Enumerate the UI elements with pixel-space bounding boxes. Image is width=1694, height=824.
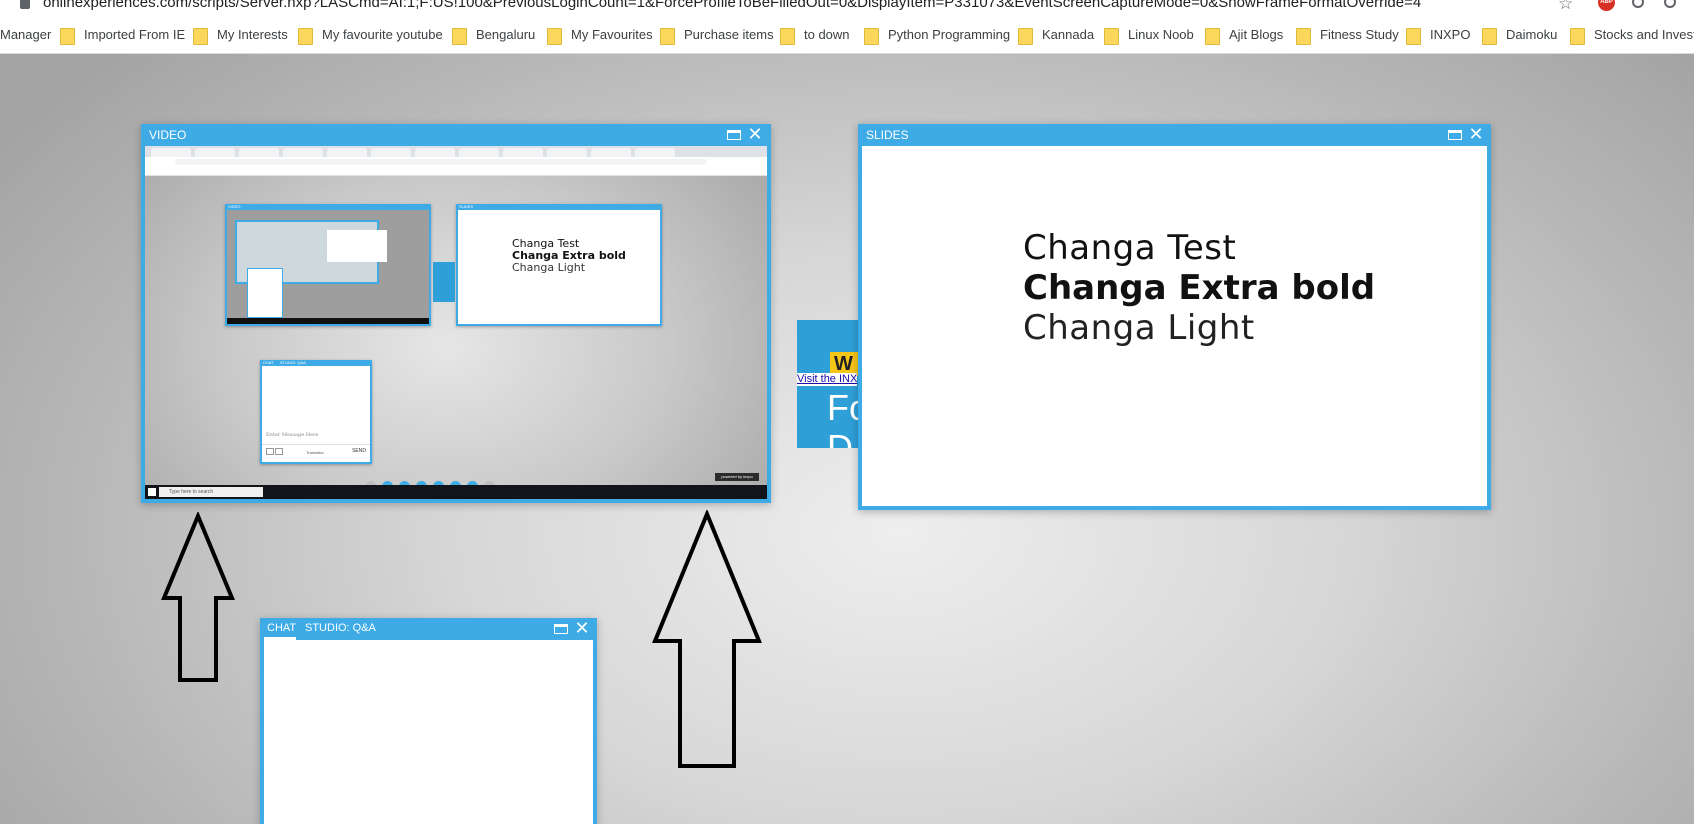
- folder-icon: [1205, 28, 1220, 45]
- nested-logo: powered by inxpo: [715, 473, 759, 481]
- lock-icon: [20, 0, 30, 9]
- bookmark-item[interactable]: My Interests: [193, 26, 288, 45]
- mini-bookmarks-bar: [145, 167, 767, 176]
- bookmark-item[interactable]: Bengaluru: [452, 26, 535, 45]
- bookmark-item[interactable]: Python Programming: [864, 26, 1010, 45]
- up-arrow-icon: [652, 510, 762, 768]
- slide-line-3: Changa Light: [1023, 308, 1255, 348]
- video-panel: VIDEO ✕ VIDEO SLIDES Changa Test Changa …: [141, 124, 771, 503]
- maximize-icon[interactable]: [727, 130, 741, 140]
- folder-icon: [1570, 28, 1585, 45]
- folder-icon: [660, 28, 675, 45]
- nested-slide-text: Changa Test Changa Extra bold Changa Lig…: [512, 237, 626, 274]
- bookmark-item[interactable]: Daimoku: [1482, 26, 1557, 45]
- address-bar[interactable]: onlinexperiences.com/scripts/Server.nxp?…: [0, 0, 1694, 15]
- folder-icon: [193, 28, 208, 45]
- close-icon[interactable]: ✕: [574, 619, 590, 637]
- nested-slides-body: Changa Test Changa Extra bold Changa Lig…: [458, 210, 660, 324]
- nested-video-panel: VIDEO: [225, 204, 431, 326]
- nested-taskbar: Type here to search: [145, 485, 767, 499]
- folder-icon: [1296, 28, 1311, 45]
- promo-link[interactable]: Visit the INX: [797, 373, 858, 386]
- bookmark-item[interactable]: Fitness Study: [1296, 26, 1399, 45]
- mini-address-bar: [145, 157, 767, 167]
- slide-line-1: Changa Test: [1023, 228, 1237, 268]
- promo-text: Fo D: [827, 387, 859, 449]
- mini-tab: [547, 148, 587, 157]
- chat-body[interactable]: [264, 640, 593, 824]
- mini-tab: [239, 148, 279, 157]
- close-icon[interactable]: ✕: [1468, 125, 1484, 143]
- mini-tab: [195, 148, 235, 157]
- slides-panel: SLIDES ✕ Changa Test Changa Extra bold C…: [858, 124, 1491, 510]
- bookmark-item[interactable]: Kannada: [1018, 26, 1094, 45]
- bookmark-item[interactable]: to down: [780, 26, 850, 45]
- video-stream[interactable]: VIDEO SLIDES Changa Test Changa Extra bo…: [145, 146, 767, 499]
- bookmark-item[interactable]: Ajit Blogs: [1205, 26, 1283, 45]
- video-panel-title: VIDEO: [149, 128, 187, 142]
- maximize-icon[interactable]: [554, 624, 568, 634]
- folder-icon: [780, 28, 795, 45]
- up-arrow-icon: [161, 512, 235, 682]
- folder-icon: [1406, 28, 1421, 45]
- url-text[interactable]: onlinexperiences.com/scripts/Server.nxp?…: [43, 0, 1421, 11]
- chat-panel: CHAT STUDIO: Q&A ✕: [260, 618, 597, 824]
- folder-icon: [60, 28, 75, 45]
- nested-chat-body: Enter Message Here Translator SEND: [262, 366, 370, 462]
- windows-icon: [148, 488, 156, 496]
- folder-icon: [547, 28, 562, 45]
- folder-icon: [298, 28, 313, 45]
- folder-icon: [1104, 28, 1119, 45]
- folder-icon: [452, 28, 467, 45]
- slide-line-2: Changa Extra bold: [1023, 268, 1376, 308]
- bookmarks-bar: Manager Imported From IE My Interests My…: [0, 15, 1694, 54]
- nested-video-stream: [227, 210, 429, 324]
- mini-tab: [327, 148, 367, 157]
- bookmark-item[interactable]: Manager: [0, 26, 51, 44]
- mini-browser-tabs: [145, 146, 767, 157]
- folder-icon: [864, 28, 879, 45]
- bookmark-item[interactable]: INXPO: [1406, 26, 1470, 45]
- mini-tab: [283, 148, 323, 157]
- slides-panel-titlebar[interactable]: SLIDES ✕: [858, 124, 1491, 146]
- chat-panel-titlebar[interactable]: CHAT STUDIO: Q&A ✕: [260, 618, 597, 640]
- nested-chat-panel: CHAT STUDIO: Q&A Enter Message Here Tran…: [260, 360, 372, 464]
- bookmark-item[interactable]: Imported From IE: [60, 26, 185, 45]
- tab-chat[interactable]: CHAT: [267, 622, 296, 634]
- video-panel-titlebar[interactable]: VIDEO ✕: [141, 124, 771, 146]
- background-promo: W Visit the INX Fo D: [797, 320, 859, 448]
- mini-tab: [459, 148, 499, 157]
- slides-panel-title: SLIDES: [866, 128, 909, 142]
- mini-tab: [635, 148, 675, 157]
- mini-tab: [151, 148, 191, 157]
- mini-tab: [371, 148, 411, 157]
- folder-icon: [1482, 28, 1497, 45]
- profile-icon[interactable]: [1664, 0, 1676, 8]
- slide-text: Changa Test Changa Extra bold Changa Lig…: [1023, 228, 1375, 348]
- mini-tab: [503, 148, 543, 157]
- bookmark-item[interactable]: Linux Noob: [1104, 26, 1194, 45]
- bookmark-item[interactable]: My Favourites: [547, 26, 653, 45]
- mini-tab: [415, 148, 455, 157]
- nested-promo: [433, 262, 455, 302]
- close-icon[interactable]: ✕: [747, 125, 763, 143]
- bookmark-item[interactable]: Purchase items: [660, 26, 774, 45]
- maximize-icon[interactable]: [1448, 130, 1462, 140]
- slide-content: Changa Test Changa Extra bold Changa Lig…: [862, 146, 1487, 506]
- extension-icon[interactable]: [1632, 0, 1644, 8]
- nested-slides-panel: SLIDES Changa Test Changa Extra bold Cha…: [456, 204, 662, 326]
- bookmark-star-icon[interactable]: ☆: [1558, 0, 1573, 14]
- bookmark-item[interactable]: My favourite youtube: [298, 26, 443, 45]
- mini-tab: [591, 148, 631, 157]
- adblock-extension-icon[interactable]: ABP: [1598, 0, 1615, 11]
- folder-icon: [1018, 28, 1033, 45]
- bookmark-item[interactable]: Stocks and Investm: [1570, 26, 1694, 45]
- tab-studio-qa[interactable]: STUDIO: Q&A: [305, 622, 376, 634]
